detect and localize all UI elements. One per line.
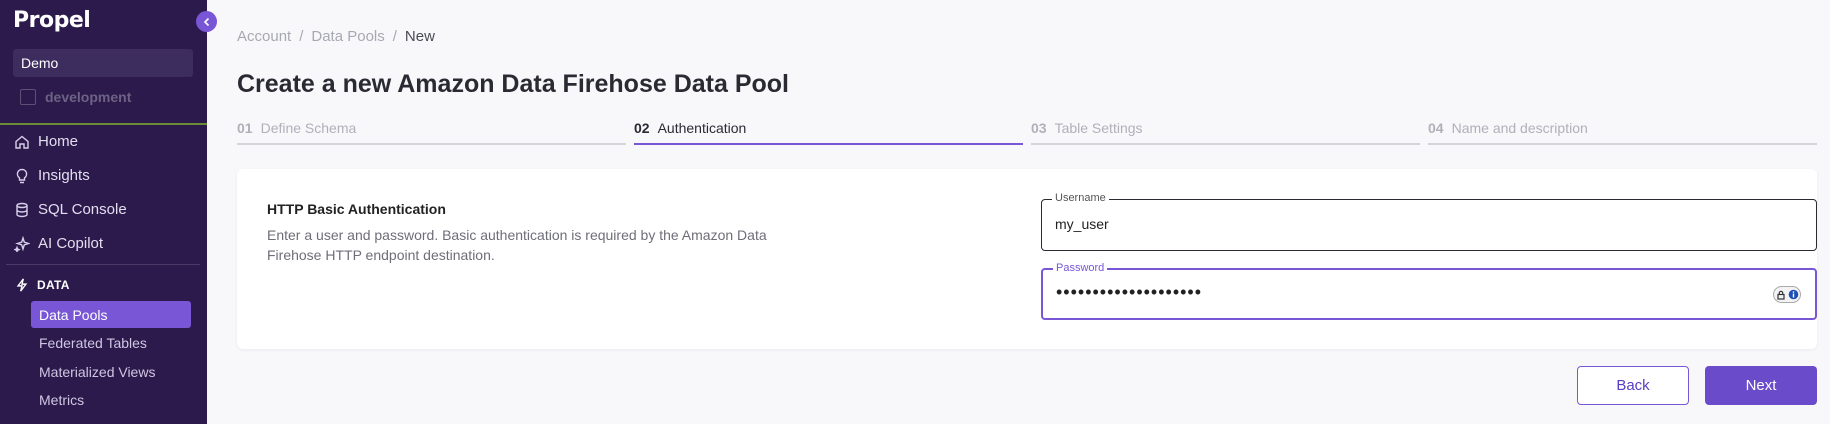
nav-item-sql-console[interactable]: SQL Console <box>14 201 127 218</box>
sparkle-icon <box>14 235 30 252</box>
sidebar-item-label: Metrics <box>39 391 85 408</box>
environment-divider <box>0 123 207 125</box>
next-button[interactable]: Next <box>1705 366 1817 405</box>
propel-logo[interactable]: Propel <box>13 8 91 33</box>
home-icon <box>15 135 29 149</box>
database-icon <box>16 202 28 217</box>
nav-item-insights[interactable]: Insights <box>14 167 90 184</box>
sidebar-item-label: Data Pools <box>39 306 108 323</box>
nav-item-ai-copilot[interactable]: AI Copilot <box>14 235 103 252</box>
chevron-left-icon <box>203 17 209 26</box>
password-label: Password <box>1053 262 1108 274</box>
authentication-card: HTTP Basic Authentication Enter a user a… <box>237 169 1817 349</box>
environment-icon <box>20 89 36 105</box>
step-label: Define Schema <box>260 120 357 136</box>
environment-label: Demo <box>21 55 59 71</box>
page-title: Create a new Amazon Data Firehose Data P… <box>237 70 790 98</box>
section-data: DATA <box>15 278 70 292</box>
nav-item-home[interactable]: Home <box>14 133 78 150</box>
sidebar: Propel Demo development Home Insights SQ… <box>0 0 207 424</box>
username-label: Username <box>1052 192 1109 204</box>
nav-label: AI Copilot <box>38 235 104 252</box>
sidebar-item-label: Federated Tables <box>39 334 147 351</box>
step-number: 02 <box>634 120 650 136</box>
nav-label: Insights <box>38 167 90 184</box>
sub-environment[interactable]: development <box>20 89 131 105</box>
lock-icon <box>1776 290 1785 300</box>
nav-divider <box>6 264 200 265</box>
sidebar-item-federated-tables[interactable]: Federated Tables <box>31 329 191 356</box>
step-number: 03 <box>1031 120 1047 136</box>
step-number: 01 <box>237 120 253 136</box>
password-field[interactable]: Password <box>1041 262 1817 320</box>
breadcrumb: Account / Data Pools / New <box>237 28 435 45</box>
step-label: Authentication <box>657 120 747 136</box>
card-title: HTTP Basic Authentication <box>267 201 446 217</box>
breadcrumb-separator: / <box>392 28 397 45</box>
card-description: Enter a user and password. Basic authent… <box>267 227 767 263</box>
step-table-settings[interactable]: 03 Table Settings <box>1031 120 1420 145</box>
sub-environment-label: development <box>45 89 132 105</box>
breadcrumb-separator: / <box>299 28 304 45</box>
sidebar-item-label: Materialized Views <box>39 363 156 380</box>
back-button[interactable]: Back <box>1577 366 1689 405</box>
step-define-schema[interactable]: 01 Define Schema <box>237 120 626 145</box>
step-label: Name and description <box>1451 120 1588 136</box>
lightbulb-icon <box>16 168 28 183</box>
sidebar-item-metrics[interactable]: Metrics <box>31 386 191 413</box>
environment-select[interactable]: Demo <box>13 49 193 77</box>
step-label: Table Settings <box>1054 120 1143 136</box>
info-icon <box>1788 289 1798 300</box>
password-manager-icon[interactable] <box>1773 286 1801 303</box>
collapse-sidebar-button[interactable] <box>196 11 217 32</box>
breadcrumb-account[interactable]: Account <box>237 28 291 45</box>
breadcrumb-current: New <box>404 28 435 45</box>
section-label: DATA <box>37 278 70 292</box>
step-number: 04 <box>1428 120 1444 136</box>
sidebar-item-materialized-views[interactable]: Materialized Views <box>31 358 191 385</box>
nav-label: Home <box>38 133 79 150</box>
bolt-icon <box>16 278 28 292</box>
nav-label: SQL Console <box>38 201 127 218</box>
step-name-description[interactable]: 04 Name and description <box>1428 120 1817 145</box>
username-input[interactable] <box>1055 216 1735 232</box>
password-input[interactable] <box>1056 282 1736 303</box>
sidebar-item-data-pools[interactable]: Data Pools <box>31 301 191 328</box>
breadcrumb-data-pools[interactable]: Data Pools <box>311 28 384 45</box>
username-field[interactable]: Username <box>1041 192 1817 251</box>
step-authentication[interactable]: 02 Authentication <box>634 120 1023 145</box>
